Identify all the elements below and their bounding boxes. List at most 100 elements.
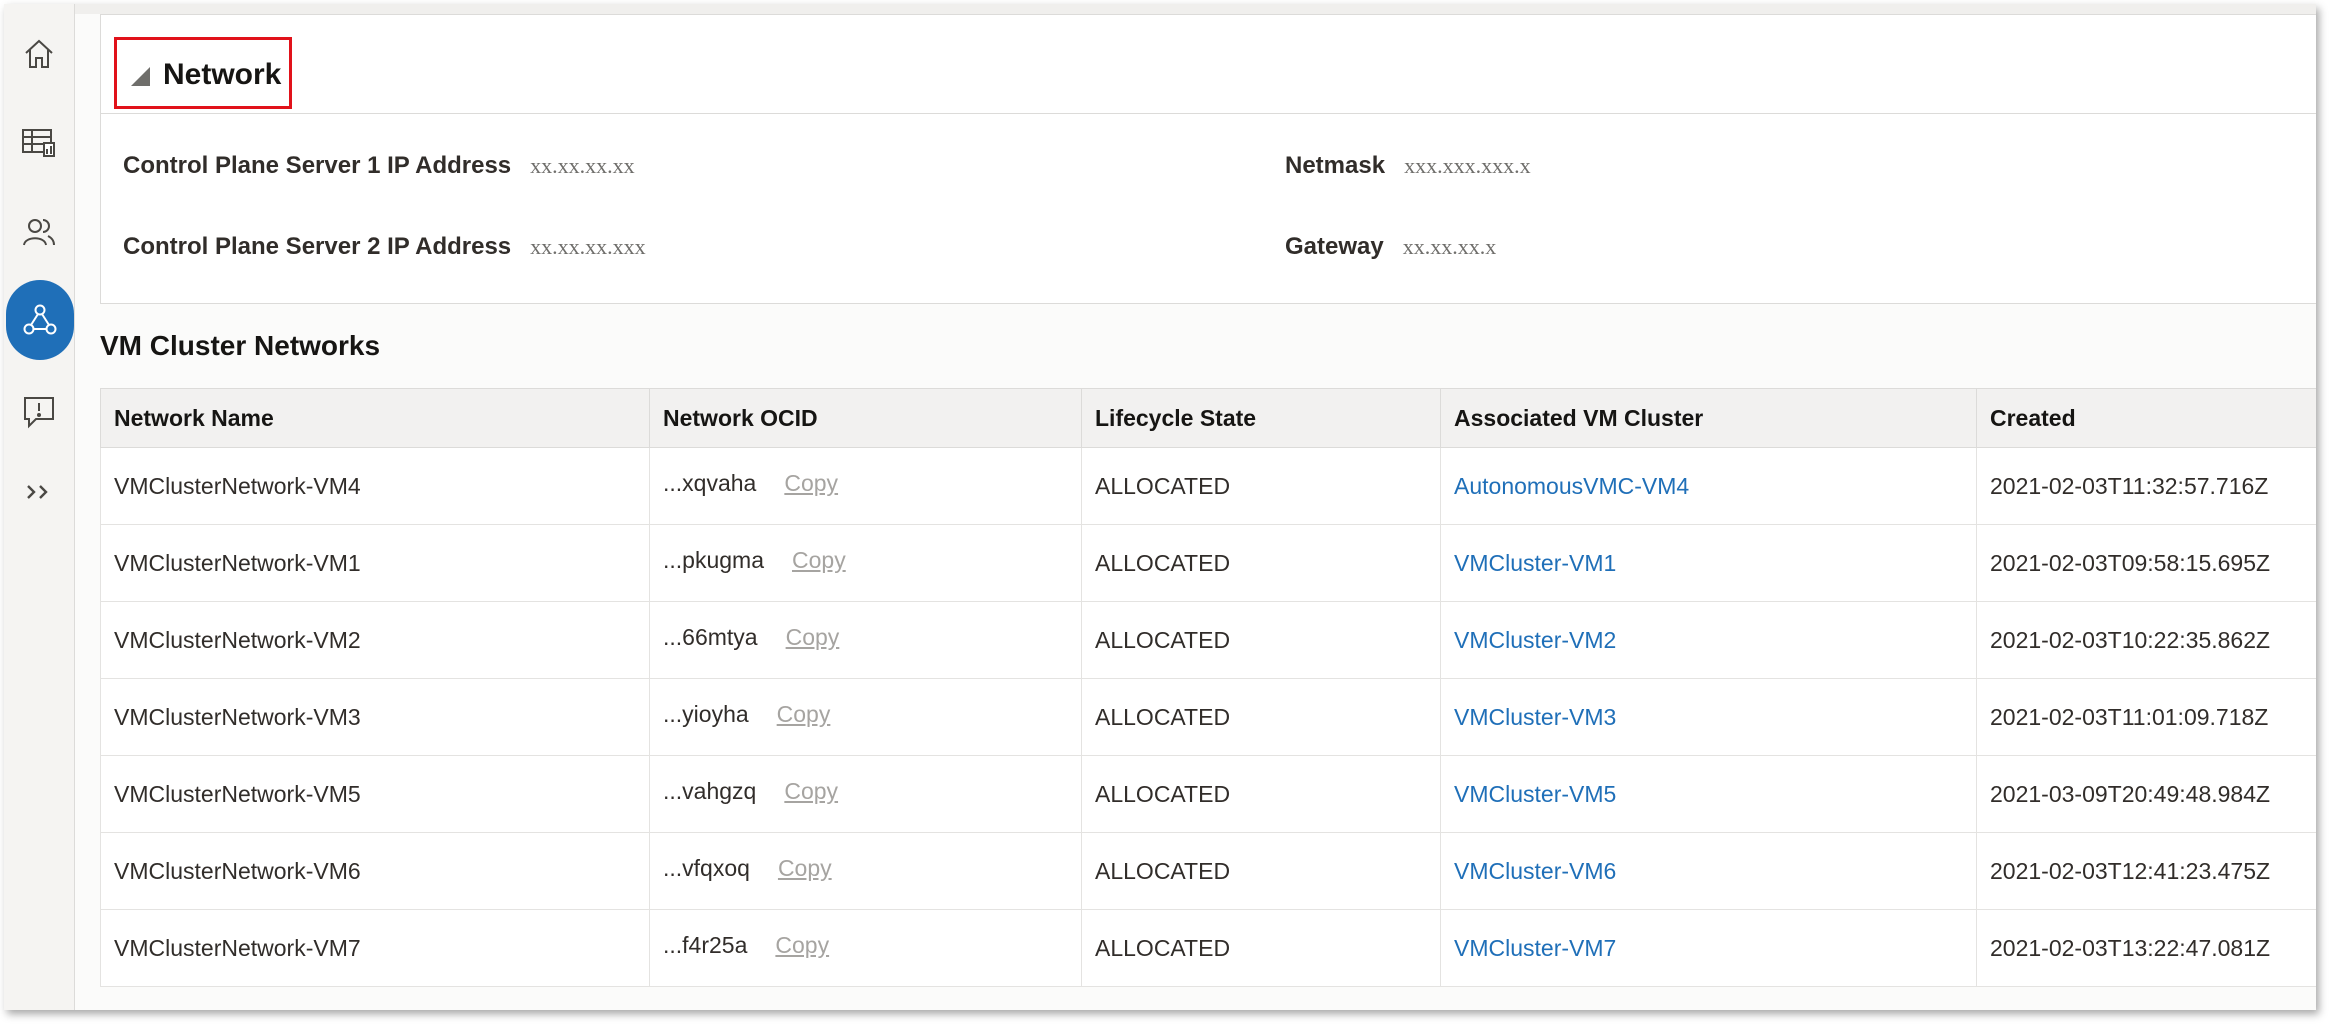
cp2-field: Control Plane Server 2 IP Address xx.xx.…	[123, 233, 646, 261]
cell-associated-vm-cluster: VMCluster-VM7	[1440, 909, 1977, 987]
network-title: Network	[163, 58, 282, 91]
gateway-field: Gateway xx.xx.xx.x	[1285, 233, 1496, 261]
cell-lifecycle-state: ALLOCATED	[1081, 678, 1441, 756]
cell-network-name: VMClusterNetwork-VM7	[100, 909, 650, 987]
ocid-short: ...pkugma	[663, 546, 764, 573]
copy-ocid-link[interactable]: Copy	[792, 547, 846, 574]
network-icon	[23, 304, 57, 335]
col-header-lifecycle-state[interactable]: Lifecycle State	[1081, 388, 1441, 448]
left-nav-rail	[4, 4, 75, 1010]
table-row: VMClusterNetwork-VM4 ...xqvaha Copy ALLOC…	[100, 447, 2316, 525]
vm-cluster-networks-table: Network Name Network OCID Lifecycle Stat…	[100, 388, 2316, 987]
cell-network-name: VMClusterNetwork-VM4	[100, 447, 650, 525]
table-row: VMClusterNetwork-VM1 ...pkugma Copy ALLOC…	[100, 524, 2316, 602]
cell-network-name: VMClusterNetwork-VM6	[100, 832, 650, 910]
active-indicator	[6, 280, 74, 360]
network-panel: Network Control Plane Server 1 IP Addres…	[100, 14, 2316, 304]
alert-message-icon	[24, 397, 54, 429]
ocid-short: ...yioyha	[663, 700, 749, 727]
cell-network-name: VMClusterNetwork-VM3	[100, 678, 650, 756]
table-row: VMClusterNetwork-VM2 ...66mtya Copy ALLOC…	[100, 601, 2316, 679]
vm-cluster-networks-title: VM Cluster Networks	[100, 330, 381, 361]
home-icon	[25, 39, 53, 68]
vm-cluster-link[interactable]: VMCluster-VM2	[1454, 627, 1616, 653]
cell-created: 2021-02-03T13:22:47.081Z	[1976, 909, 2316, 987]
cell-network-ocid: ...vfqxoq Copy	[649, 832, 1082, 910]
rail-item-reports[interactable]	[4, 103, 74, 183]
users-icon	[23, 219, 55, 246]
rail-item-alerts[interactable]	[4, 372, 74, 452]
col-header-associated-vm-cluster[interactable]: Associated VM Cluster	[1440, 388, 1977, 448]
table-row: VMClusterNetwork-VM6 ...vfqxoq Copy ALLOC…	[100, 832, 2316, 910]
vm-cluster-link[interactable]: VMCluster-VM6	[1454, 858, 1616, 884]
cp1-value: xx.xx.xx.xx	[530, 153, 635, 178]
cell-network-ocid: ...vahgzq Copy	[649, 755, 1082, 833]
ocid-short: ...xqvaha	[663, 469, 757, 496]
table-header-row: Network Name Network OCID Lifecycle Stat…	[100, 388, 2316, 448]
cell-associated-vm-cluster: VMCluster-VM5	[1440, 755, 1977, 833]
netmask-value: xxx.xxx.xxx.x	[1404, 153, 1531, 178]
network-toggle[interactable]: Network	[131, 58, 281, 92]
cell-created: 2021-02-03T10:22:35.862Z	[1976, 601, 2316, 679]
top-strip	[75, 4, 2316, 14]
gateway-label: Gateway	[1285, 233, 1384, 260]
cell-lifecycle-state: ALLOCATED	[1081, 524, 1441, 602]
netmask-field: Netmask xxx.xxx.xxx.x	[1285, 152, 1531, 180]
main-content: Network Control Plane Server 1 IP Addres…	[75, 4, 2316, 1010]
page-frame: Network Control Plane Server 1 IP Addres…	[4, 4, 2316, 1010]
cell-lifecycle-state: ALLOCATED	[1081, 601, 1441, 679]
cell-network-ocid: ...pkugma Copy	[649, 524, 1082, 602]
cell-lifecycle-state: ALLOCATED	[1081, 832, 1441, 910]
netmask-label: Netmask	[1285, 152, 1386, 179]
cell-created: 2021-02-03T12:41:23.475Z	[1976, 832, 2316, 910]
vm-cluster-link[interactable]: VMCluster-VM7	[1454, 935, 1616, 961]
rail-item-users[interactable]	[4, 192, 74, 272]
cell-network-ocid: ...66mtya Copy	[649, 601, 1082, 679]
copy-ocid-link[interactable]: Copy	[784, 778, 838, 805]
cell-network-name: VMClusterNetwork-VM5	[100, 755, 650, 833]
cell-created: 2021-02-03T09:58:15.695Z	[1976, 524, 2316, 602]
cell-network-name: VMClusterNetwork-VM1	[100, 524, 650, 602]
table-chart-icon	[22, 129, 55, 157]
cell-associated-vm-cluster: VMCluster-VM6	[1440, 832, 1977, 910]
cp2-value: xx.xx.xx.xxx	[530, 234, 646, 259]
rail-item-home[interactable]	[4, 14, 74, 94]
network-header: Network	[101, 15, 2316, 114]
cell-lifecycle-state: ALLOCATED	[1081, 447, 1441, 525]
col-header-network-ocid[interactable]: Network OCID	[649, 388, 1082, 448]
copy-ocid-link[interactable]: Copy	[786, 624, 840, 651]
cell-network-ocid: ...yioyha Copy	[649, 678, 1082, 756]
cell-associated-vm-cluster: AutonomousVMC-VM4	[1440, 447, 1977, 525]
collapse-caret-icon	[131, 66, 150, 86]
copy-ocid-link[interactable]: Copy	[775, 932, 829, 959]
vm-cluster-link[interactable]: VMCluster-VM1	[1454, 550, 1616, 576]
ocid-short: ...66mtya	[663, 623, 758, 650]
table-row: VMClusterNetwork-VM3 ...yioyha Copy ALLOC…	[100, 678, 2316, 756]
cell-associated-vm-cluster: VMCluster-VM1	[1440, 524, 1977, 602]
cell-associated-vm-cluster: VMCluster-VM3	[1440, 678, 1977, 756]
vm-cluster-link[interactable]: AutonomousVMC-VM4	[1454, 473, 1689, 499]
cell-network-name: VMClusterNetwork-VM2	[100, 601, 650, 679]
ocid-short: ...vahgzq	[663, 777, 757, 804]
table-row: VMClusterNetwork-VM5 ...vahgzq Copy ALLOC…	[100, 755, 2316, 833]
cp1-field: Control Plane Server 1 IP Address xx.xx.…	[123, 152, 635, 180]
rail-item-expand[interactable]	[4, 452, 74, 532]
rail-item-network[interactable]	[4, 280, 74, 360]
table-row: VMClusterNetwork-VM7 ...f4r25a Copy ALLOC…	[100, 909, 2316, 987]
copy-ocid-link[interactable]: Copy	[784, 470, 838, 497]
col-header-created[interactable]: Created	[1976, 388, 2316, 448]
ocid-short: ...f4r25a	[663, 931, 748, 958]
gateway-value: xx.xx.xx.x	[1402, 234, 1497, 259]
col-header-network-name[interactable]: Network Name	[100, 388, 650, 448]
copy-ocid-link[interactable]: Copy	[777, 701, 831, 728]
vm-cluster-link[interactable]: VMCluster-VM5	[1454, 781, 1616, 807]
cell-created: 2021-03-09T20:49:48.984Z	[1976, 755, 2316, 833]
cell-network-ocid: ...xqvaha Copy	[649, 447, 1082, 525]
ocid-short: ...vfqxoq	[663, 854, 750, 881]
cell-created: 2021-02-03T11:32:57.716Z	[1976, 447, 2316, 525]
copy-ocid-link[interactable]: Copy	[778, 855, 832, 882]
vm-cluster-link[interactable]: VMCluster-VM3	[1454, 704, 1616, 730]
cell-lifecycle-state: ALLOCATED	[1081, 755, 1441, 833]
expand-chevrons-icon	[27, 485, 48, 499]
cp2-label: Control Plane Server 2 IP Address	[123, 233, 512, 260]
